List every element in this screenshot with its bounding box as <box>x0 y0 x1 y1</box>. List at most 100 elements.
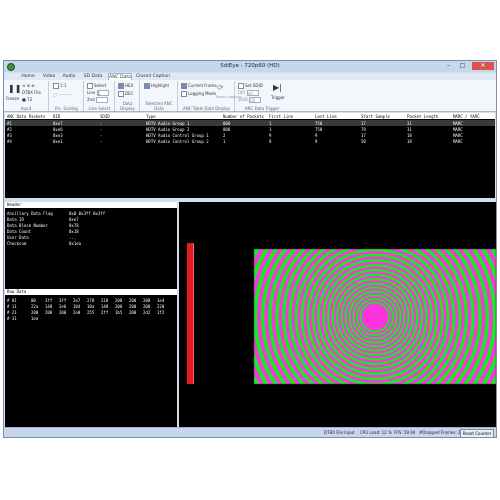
ribbon-panel: ❚❚ Freeze ⊖ ⊕ ⊕ DTBX File ■ 72 Input 1:1… <box>4 80 496 112</box>
logging-mode-label: Logging Mode <box>188 91 217 96</box>
checkbox-icon <box>53 83 59 89</box>
scaling-slider[interactable]: ◯ ――― <box>53 92 71 97</box>
column-header[interactable]: SDID <box>100 114 110 119</box>
set-sdid-label: Set SDID <box>245 83 263 88</box>
packet-detail-pane: Header Ancillary Data Flag 0x0 0x3ff 0x3f… <box>5 202 177 427</box>
ribbon-group-anc-table-display: Current Frame Logging Mode ⟳ Reset Loggi… <box>179 81 241 111</box>
raw-data-cell: 200 <box>31 310 39 315</box>
header-field-value: 0x0 0x3ff 0x3ff <box>69 211 106 216</box>
raw-data-cell: # 31 <box>7 316 17 321</box>
checkbox-checked-icon <box>181 83 187 89</box>
raw-data-cell: 1e4 <box>157 298 165 303</box>
raw-data-cell: 3ff <box>45 298 53 303</box>
raw-data-cell: 200 <box>45 310 53 315</box>
column-header[interactable]: Type <box>146 114 156 119</box>
trigger-button[interactable]: Trigger <box>271 95 285 100</box>
hex-label: HEX <box>125 83 134 88</box>
highlight-checkbox[interactable]: Highlight <box>144 83 169 89</box>
header-field: Data Block Number 0x78 <box>7 223 79 228</box>
ribbon-tab-strip: Home Video Audio SD Data ANC Data Closed… <box>4 73 496 80</box>
raw-data-cell: 1ea <box>31 316 39 321</box>
raw-data-cell: 3ff <box>59 298 67 303</box>
header-field-value: 0x18 <box>69 229 79 234</box>
line-select-label: Select <box>94 83 107 88</box>
line-select-checkbox[interactable]: Select <box>87 83 106 89</box>
header-field-label: User Data <box>7 235 29 240</box>
did-input[interactable]: e0 <box>246 90 259 96</box>
column-header[interactable]: Start Sample <box>361 114 390 119</box>
current-frame-label: Current Frame <box>188 83 217 88</box>
dtbx-file-button[interactable]: DTBX File <box>22 90 41 95</box>
column-header[interactable]: MARC / YARC <box>453 114 480 119</box>
sdid-field[interactable]: SDID 00 <box>238 97 262 103</box>
line-second-input[interactable] <box>95 97 108 103</box>
ribbon-group-input: ❚❚ Freeze ⊖ ⊕ ⊕ DTBX File ■ 72 Input <box>4 81 49 111</box>
tab-audio[interactable]: Audio <box>62 73 76 80</box>
header-panel-title: Header <box>5 202 177 208</box>
header-field: Ancillary Data Flag 0x0 0x3ff 0x3ff <box>7 211 105 216</box>
header-field-value: 0xe7 <box>69 217 79 222</box>
dec-label: DEC <box>125 91 134 96</box>
close-button[interactable]: ✕ <box>472 62 494 70</box>
tab-closed-caption[interactable]: Closed Caption <box>136 73 170 80</box>
trigger-play-icon[interactable]: ▶| <box>273 83 282 92</box>
anc-scope-view <box>179 202 496 427</box>
scaling-ratio-label: 1:1 <box>60 83 67 88</box>
dec-checkbox[interactable]: DEC <box>118 91 133 97</box>
column-header[interactable]: Packet Length <box>407 114 438 119</box>
current-frame-checkbox[interactable]: Current Frame <box>181 83 217 89</box>
set-sdid-checkbox[interactable]: Set SDID <box>238 83 263 89</box>
column-header[interactable]: First Line <box>269 114 293 119</box>
freeze-button[interactable]: Freeze <box>6 96 19 101</box>
status-dropped-frames: #Dropped Frames: 294 <box>419 430 466 435</box>
did-field[interactable]: DID e0 <box>238 90 259 96</box>
header-field: Data ID 0xe7 <box>7 217 79 222</box>
minimize-button[interactable]: – <box>442 62 455 70</box>
raw-data-cell: 200 <box>115 298 123 303</box>
tab-anc-data[interactable]: ANC Data <box>108 73 132 80</box>
refresh-icon[interactable]: ⟳ <box>217 83 224 92</box>
tab-home[interactable]: Home <box>21 73 35 80</box>
line-field-label: Line <box>87 90 96 95</box>
pause-icon[interactable]: ❚❚ <box>8 84 21 93</box>
column-header[interactable]: DID <box>53 114 60 119</box>
table-row[interactable]: #4 0xe1 - HDTV Audio Control Group 2 1 9 9 50 18… <box>5 138 495 144</box>
ribbon-group-label: Pic. Scaling <box>55 106 78 111</box>
raw-data-cell: 2e6 <box>59 304 67 309</box>
column-header[interactable]: Last Line <box>315 114 337 119</box>
scaling-1to1-option[interactable]: 1:1 <box>53 83 66 89</box>
maximize-button[interactable]: □ <box>456 62 469 70</box>
header-field: User Data... <box>7 235 76 240</box>
sdid-input[interactable]: 00 <box>249 97 262 103</box>
hex-checkbox[interactable]: HEX <box>118 83 133 89</box>
raw-data-cell: 278 <box>87 298 95 303</box>
line-input[interactable]: 1 <box>96 90 109 96</box>
raw-data-cell: 1b5 <box>115 310 123 315</box>
tab-sd-data[interactable]: SD Data <box>82 73 104 80</box>
raw-data-cell: 2e0 <box>73 310 81 315</box>
raw-data-cell: # 21 <box>7 310 17 315</box>
checkbox-icon <box>118 91 124 97</box>
anc-marker-edge <box>193 243 194 384</box>
reset-counter-button[interactable]: Reset Counter <box>460 429 494 437</box>
anc-marker-bar <box>187 243 193 384</box>
raw-data-cell: 200 <box>129 310 137 315</box>
column-header[interactable]: ANC Data Packets <box>7 114 46 119</box>
line-field[interactable]: Line 1 <box>87 90 109 96</box>
raw-data-cell: 1f2 <box>157 310 165 315</box>
zone-plate-center <box>363 305 387 329</box>
raw-data-cell: 10a <box>87 304 95 309</box>
checkbox-checked-icon <box>118 83 124 89</box>
did-label: DID <box>238 90 246 95</box>
raw-data-cell: 200 <box>129 304 137 309</box>
raw-data-cell: 104 <box>73 304 81 309</box>
file-nav-icons[interactable]: ⊖ ⊕ ⊕ <box>22 83 35 88</box>
raw-data-cell: 148 <box>101 304 109 309</box>
line-second-field[interactable]: 2nd <box>87 97 108 103</box>
column-header[interactable]: Number of Packets <box>223 114 264 119</box>
header-field-label: Checksum <box>7 241 27 246</box>
ribbon-group-selected-anc: Highlight Selected ANC Data <box>141 81 178 111</box>
raw-data-cell: 2d2 <box>143 310 151 315</box>
logging-mode-checkbox[interactable]: Logging Mode <box>181 91 216 97</box>
tab-video[interactable]: Video <box>42 73 56 80</box>
